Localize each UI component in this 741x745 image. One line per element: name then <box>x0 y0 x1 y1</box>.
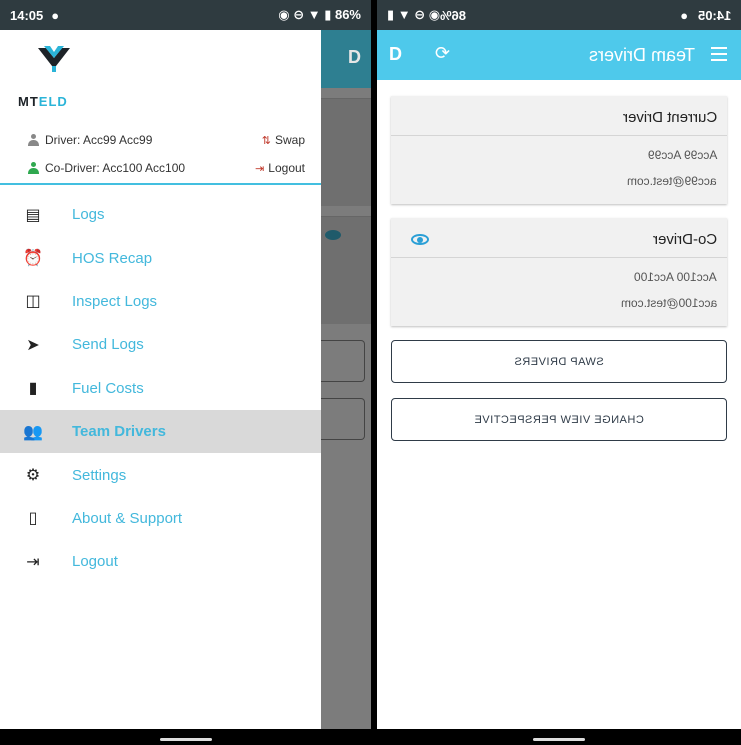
swap-action[interactable]: ⇅ Swap <box>262 133 305 147</box>
card-header: Co-Driver <box>391 218 727 258</box>
background-card <box>316 98 371 206</box>
driver-email: acc99@test.com <box>627 174 717 188</box>
home-gesture-handle[interactable] <box>159 738 212 741</box>
app-bar: D ⟳ Team Drivers <box>377 30 741 80</box>
driver-name: Acc99 Acc99 <box>647 148 717 162</box>
logo-wordmark: MTELD <box>18 94 68 109</box>
status-bar: ◉ ⊖ ▼ ▮ 86% ● 14:05 <box>377 0 741 30</box>
menu-item-logout[interactable]: ⇥ Logout <box>0 540 321 583</box>
system-nav-bar <box>377 729 741 745</box>
logo-mark-icon <box>38 46 70 72</box>
background-d-icon: D <box>348 47 361 67</box>
driver-row: Driver: Acc99 Acc99 ⇅ Swap <box>28 133 305 147</box>
status-time: 14:05 <box>697 7 731 23</box>
menu-item-hos-recap[interactable]: ⏰ HOS Recap <box>0 236 321 279</box>
swap-icon: ⇅ <box>261 134 271 147</box>
signal-icons: ◉ ⊖ ▼ ▮ <box>387 7 441 22</box>
logout-small-icon: ⇥ <box>255 162 265 175</box>
background-eye-icon <box>325 230 341 240</box>
logout-icon: ⇥ <box>26 553 40 571</box>
background-button <box>316 340 365 382</box>
logout-label: Logout <box>268 161 305 175</box>
right-phone-screen: ◉ ⊖ ▼ ▮ 86% ● 14:05 D ⟳ Team Drivers Cur… <box>377 0 741 745</box>
co-driver-person-icon <box>28 162 39 174</box>
status-right: ● 14:05 <box>680 8 731 23</box>
status-bar: 14:05 ● ◉ ⊖ ▼ ▮ 86% <box>0 0 371 30</box>
team-drivers-content: Current Driver Acc99 Acc99 acc99@test.co… <box>377 80 741 729</box>
eye-icon[interactable] <box>411 234 429 245</box>
status-time: 14:05 <box>10 7 44 23</box>
inspect-icon: ◫ <box>25 293 41 311</box>
driver-label: Driver: Acc99 Acc99 <box>45 133 153 147</box>
logout-action[interactable]: ⇥ Logout <box>255 161 305 175</box>
system-nav-bar <box>0 729 371 745</box>
change-view-perspective-button[interactable]: CHANGE VIEW PERSPECTIVE <box>391 398 727 441</box>
menu-item-logs[interactable]: ▤ Logs <box>0 193 321 236</box>
menu-item-inspect-logs[interactable]: ◫ Inspect Logs <box>0 280 321 323</box>
menu-item-team-drivers[interactable]: 👥 Team Drivers <box>0 409 321 454</box>
card-header: Current Driver <box>391 96 727 136</box>
send-icon: ➤ <box>26 336 40 354</box>
status-right: ◉ ⊖ ▼ ▮ 86% <box>278 7 361 23</box>
background-button <box>316 398 365 440</box>
notification-icon: ● <box>51 7 60 23</box>
signal-icons: ◉ ⊖ ▼ ▮ <box>278 7 335 22</box>
notification-icon: ● <box>680 7 689 23</box>
swap-label: Swap <box>274 133 305 147</box>
phone-icon: ▯ <box>28 510 38 528</box>
driver-person-icon <box>28 134 39 146</box>
background-card <box>316 216 371 324</box>
navigation-drawer: MTELD Driver: Acc99 Acc99 ⇅ Swap Co-Driv… <box>0 30 321 729</box>
co-driver-name: Acc100 Acc100 <box>634 270 717 284</box>
current-driver-card: Current Driver Acc99 Acc99 acc99@test.co… <box>391 96 727 204</box>
co-driver-email: acc100@test.com <box>620 296 717 310</box>
card-title: Current Driver <box>622 109 717 126</box>
drawer-menu: ▤ Logs ⏰ HOS Recap ◫ Inspect Logs ➤ Send… <box>0 193 321 584</box>
co-driver-card: Co-Driver Acc100 Acc100 acc100@test.com <box>391 218 727 326</box>
swap-drivers-button[interactable]: SWAP DRIVERS <box>391 340 727 383</box>
co-driver-row: Co-Driver: Acc100 Acc100 ⇥ Logout <box>28 161 305 175</box>
card-title: Co-Driver <box>652 231 717 248</box>
home-gesture-handle[interactable] <box>533 738 585 741</box>
battery-level: 86% <box>440 7 467 23</box>
menu-icon[interactable] <box>711 47 727 61</box>
menu-item-about-support[interactable]: ▯ About & Support <box>0 497 321 540</box>
left-phone-screen: 14:05 ● ◉ ⊖ ▼ ▮ 86% D MTELD Driver: Acc9… <box>0 0 371 745</box>
fuel-icon: ▮ <box>28 380 38 398</box>
page-title: Team Drivers <box>588 44 695 65</box>
menu-item-send-logs[interactable]: ➤ Send Logs <box>0 323 321 366</box>
logs-icon: ▤ <box>25 206 41 224</box>
menu-item-fuel-costs[interactable]: ▮ Fuel Costs <box>0 367 321 410</box>
team-icon: 👥 <box>23 423 43 441</box>
menu-item-settings[interactable]: ⚙ Settings <box>0 453 321 496</box>
drawer-divider <box>0 183 321 185</box>
gear-icon: ⚙ <box>25 467 41 485</box>
refresh-icon[interactable]: ⟳ <box>435 43 450 64</box>
battery-level: 86% <box>334 7 361 22</box>
d-icon[interactable]: D <box>389 44 402 65</box>
alarm-icon: ⏰ <box>23 250 43 268</box>
co-driver-label: Co-Driver: Acc100 Acc100 <box>45 161 186 175</box>
